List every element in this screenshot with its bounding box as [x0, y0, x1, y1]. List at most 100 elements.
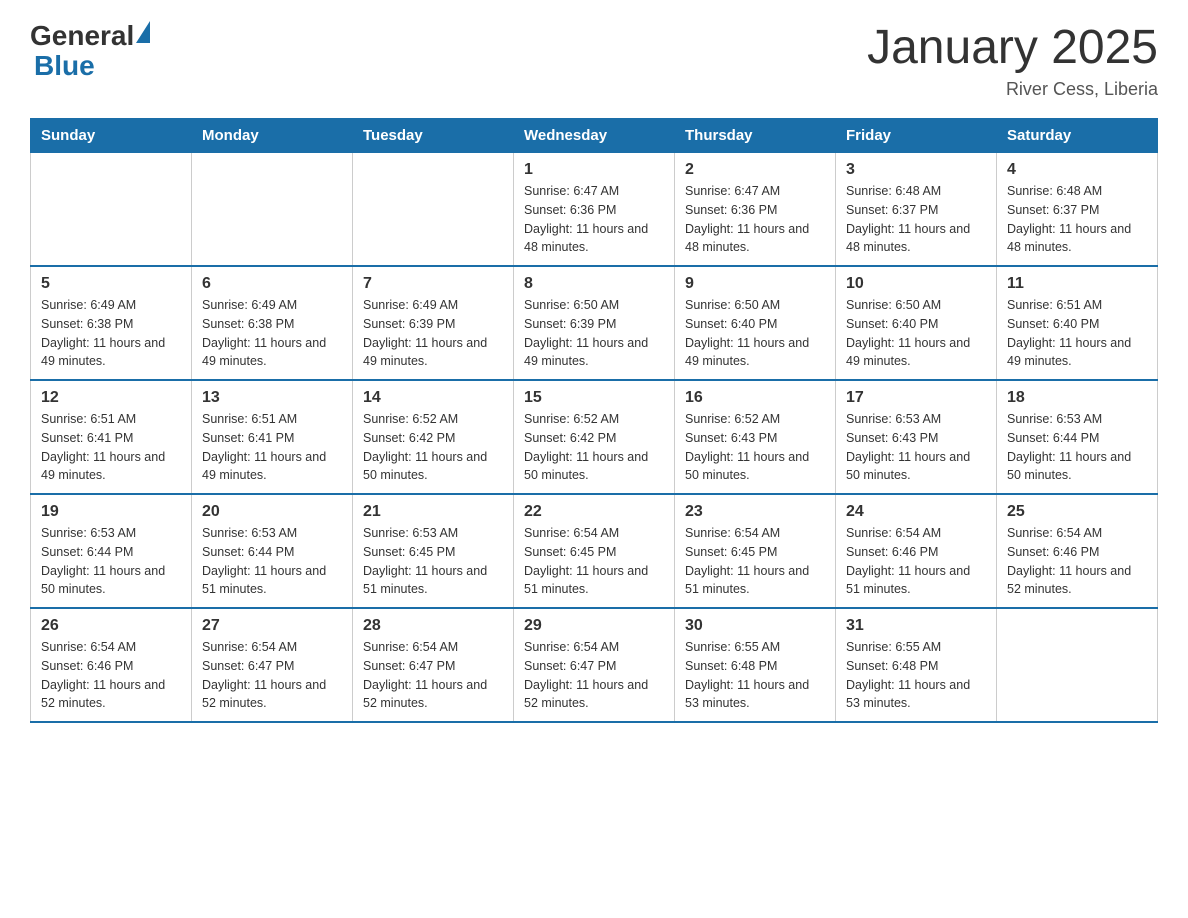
logo-text-block: General Blue — [30, 20, 150, 82]
calendar-cell — [997, 608, 1158, 722]
day-number: 20 — [202, 503, 342, 521]
day-info-text: Sunrise: 6:50 AM Sunset: 6:40 PM Dayligh… — [685, 296, 825, 371]
day-info-text: Sunrise: 6:48 AM Sunset: 6:37 PM Dayligh… — [1007, 182, 1147, 257]
day-info-text: Sunrise: 6:49 AM Sunset: 6:39 PM Dayligh… — [363, 296, 503, 371]
calendar-cell: 11 Sunrise: 6:51 AM Sunset: 6:40 PM Dayli… — [997, 266, 1158, 380]
day-info-text: Sunrise: 6:53 AM Sunset: 6:44 PM Dayligh… — [1007, 410, 1147, 485]
day-number: 25 — [1007, 503, 1147, 521]
day-info-text: Sunrise: 6:51 AM Sunset: 6:41 PM Dayligh… — [41, 410, 181, 485]
calendar-cell: 26 Sunrise: 6:54 AM Sunset: 6:46 PM Dayli… — [31, 608, 192, 722]
subtitle: River Cess, Liberia — [867, 79, 1158, 100]
day-info-text: Sunrise: 6:53 AM Sunset: 6:43 PM Dayligh… — [846, 410, 986, 485]
calendar-cell: 1Sunrise: 6:47 AM Sunset: 6:36 PM Daylig… — [514, 153, 675, 267]
calendar-week-row: 26 Sunrise: 6:54 AM Sunset: 6:46 PM Dayli… — [31, 608, 1158, 722]
day-info-text: Sunrise: 6:54 AM Sunset: 6:47 PM Dayligh… — [202, 638, 342, 713]
calendar-cell: 20Sunrise: 6:53 AM Sunset: 6:44 PM Dayli… — [192, 494, 353, 608]
day-info-text: Sunrise: 6:52 AM Sunset: 6:42 PM Dayligh… — [363, 410, 503, 485]
day-number: 19 — [41, 503, 181, 521]
day-header-friday: Friday — [836, 119, 997, 153]
title-block: January 2025 River Cess, Liberia — [867, 20, 1158, 100]
day-info-text: Sunrise: 6:54 AM Sunset: 6:46 PM Dayligh… — [846, 524, 986, 599]
day-info-text: Sunrise: 6:50 AM Sunset: 6:40 PM Dayligh… — [846, 296, 986, 371]
day-header-wednesday: Wednesday — [514, 119, 675, 153]
day-info-text: Sunrise: 6:52 AM Sunset: 6:42 PM Dayligh… — [524, 410, 664, 485]
logo-triangle-icon — [136, 21, 150, 43]
calendar-header-row: SundayMondayTuesdayWednesdayThursdayFrid… — [31, 119, 1158, 153]
day-info-text: Sunrise: 6:52 AM Sunset: 6:43 PM Dayligh… — [685, 410, 825, 485]
page-title: January 2025 — [867, 20, 1158, 75]
day-info-text: Sunrise: 6:54 AM Sunset: 6:46 PM Dayligh… — [1007, 524, 1147, 599]
day-number: 23 — [685, 503, 825, 521]
logo-general-text: General — [30, 20, 134, 52]
day-number: 28 — [363, 617, 503, 635]
calendar-cell: 22 Sunrise: 6:54 AM Sunset: 6:45 PM Dayli… — [514, 494, 675, 608]
day-number: 22 — [524, 503, 664, 521]
day-number: 2 — [685, 161, 825, 179]
day-number: 21 — [363, 503, 503, 521]
day-number: 6 — [202, 275, 342, 293]
day-info-text: Sunrise: 6:54 AM Sunset: 6:45 PM Dayligh… — [524, 524, 664, 599]
day-number: 13 — [202, 389, 342, 407]
day-number: 15 — [524, 389, 664, 407]
calendar-week-row: 19Sunrise: 6:53 AM Sunset: 6:44 PM Dayli… — [31, 494, 1158, 608]
day-number: 8 — [524, 275, 664, 293]
calendar-cell: 13 Sunrise: 6:51 AM Sunset: 6:41 PM Dayli… — [192, 380, 353, 494]
day-number: 10 — [846, 275, 986, 293]
day-info-text: Sunrise: 6:55 AM Sunset: 6:48 PM Dayligh… — [685, 638, 825, 713]
calendar-cell: 15 Sunrise: 6:52 AM Sunset: 6:42 PM Dayli… — [514, 380, 675, 494]
day-header-monday: Monday — [192, 119, 353, 153]
calendar-cell: 12 Sunrise: 6:51 AM Sunset: 6:41 PM Dayli… — [31, 380, 192, 494]
day-info-text: Sunrise: 6:48 AM Sunset: 6:37 PM Dayligh… — [846, 182, 986, 257]
calendar-cell: 27 Sunrise: 6:54 AM Sunset: 6:47 PM Dayli… — [192, 608, 353, 722]
calendar-cell — [192, 153, 353, 267]
calendar-cell: 18 Sunrise: 6:53 AM Sunset: 6:44 PM Dayli… — [997, 380, 1158, 494]
day-header-tuesday: Tuesday — [353, 119, 514, 153]
day-number: 17 — [846, 389, 986, 407]
day-number: 18 — [1007, 389, 1147, 407]
day-number: 3 — [846, 161, 986, 179]
day-number: 5 — [41, 275, 181, 293]
day-number: 24 — [846, 503, 986, 521]
day-number: 30 — [685, 617, 825, 635]
day-info-text: Sunrise: 6:51 AM Sunset: 6:41 PM Dayligh… — [202, 410, 342, 485]
day-number: 31 — [846, 617, 986, 635]
day-number: 26 — [41, 617, 181, 635]
day-header-sunday: Sunday — [31, 119, 192, 153]
logo: General Blue — [30, 20, 150, 82]
day-number: 4 — [1007, 161, 1147, 179]
day-info-text: Sunrise: 6:54 AM Sunset: 6:46 PM Dayligh… — [41, 638, 181, 713]
day-number: 9 — [685, 275, 825, 293]
day-info-text: Sunrise: 6:53 AM Sunset: 6:45 PM Dayligh… — [363, 524, 503, 599]
calendar-cell: 31 Sunrise: 6:55 AM Sunset: 6:48 PM Dayli… — [836, 608, 997, 722]
page-header: General Blue January 2025 River Cess, Li… — [30, 20, 1158, 100]
day-info-text: Sunrise: 6:47 AM Sunset: 6:36 PM Dayligh… — [685, 182, 825, 257]
day-number: 1 — [524, 161, 664, 179]
day-info-text: Sunrise: 6:55 AM Sunset: 6:48 PM Dayligh… — [846, 638, 986, 713]
calendar-cell: 23 Sunrise: 6:54 AM Sunset: 6:45 PM Dayli… — [675, 494, 836, 608]
day-number: 11 — [1007, 275, 1147, 293]
day-number: 7 — [363, 275, 503, 293]
calendar-cell: 17 Sunrise: 6:53 AM Sunset: 6:43 PM Dayli… — [836, 380, 997, 494]
calendar-week-row: 5Sunrise: 6:49 AM Sunset: 6:38 PM Daylig… — [31, 266, 1158, 380]
calendar-cell: 14Sunrise: 6:52 AM Sunset: 6:42 PM Dayli… — [353, 380, 514, 494]
day-info-text: Sunrise: 6:54 AM Sunset: 6:45 PM Dayligh… — [685, 524, 825, 599]
day-info-text: Sunrise: 6:51 AM Sunset: 6:40 PM Dayligh… — [1007, 296, 1147, 371]
calendar-cell: 2 Sunrise: 6:47 AM Sunset: 6:36 PM Daylig… — [675, 153, 836, 267]
calendar-cell: 8Sunrise: 6:50 AM Sunset: 6:39 PM Daylig… — [514, 266, 675, 380]
calendar-week-row: 1 Sunrise: 6:47 AM Sunset: 6:36 PM Daylig… — [31, 153, 1158, 267]
calendar-cell — [31, 153, 192, 267]
day-number: 27 — [202, 617, 342, 635]
calendar-week-row: 12 Sunrise: 6:51 AM Sunset: 6:41 PM Dayli… — [31, 380, 1158, 494]
calendar-cell: 7 Sunrise: 6:49 AM Sunset: 6:39 PM Daylig… — [353, 266, 514, 380]
calendar-cell: 4 Sunrise: 6:48 AM Sunset: 6:37 PM Daylig… — [997, 153, 1158, 267]
calendar-cell: 10 Sunrise: 6:50 AM Sunset: 6:40 PM Dayli… — [836, 266, 997, 380]
day-number: 12 — [41, 389, 181, 407]
calendar-cell: 16Sunrise: 6:52 AM Sunset: 6:43 PM Dayli… — [675, 380, 836, 494]
calendar-cell: 29Sunrise: 6:54 AM Sunset: 6:47 PM Dayli… — [514, 608, 675, 722]
day-info-text: Sunrise: 6:54 AM Sunset: 6:47 PM Dayligh… — [524, 638, 664, 713]
calendar-cell: 28Sunrise: 6:54 AM Sunset: 6:47 PM Dayli… — [353, 608, 514, 722]
calendar-cell: 6Sunrise: 6:49 AM Sunset: 6:38 PM Daylig… — [192, 266, 353, 380]
calendar-cell: 24 Sunrise: 6:54 AM Sunset: 6:46 PM Dayli… — [836, 494, 997, 608]
calendar-cell: 19Sunrise: 6:53 AM Sunset: 6:44 PM Dayli… — [31, 494, 192, 608]
calendar-cell: 3 Sunrise: 6:48 AM Sunset: 6:37 PM Daylig… — [836, 153, 997, 267]
